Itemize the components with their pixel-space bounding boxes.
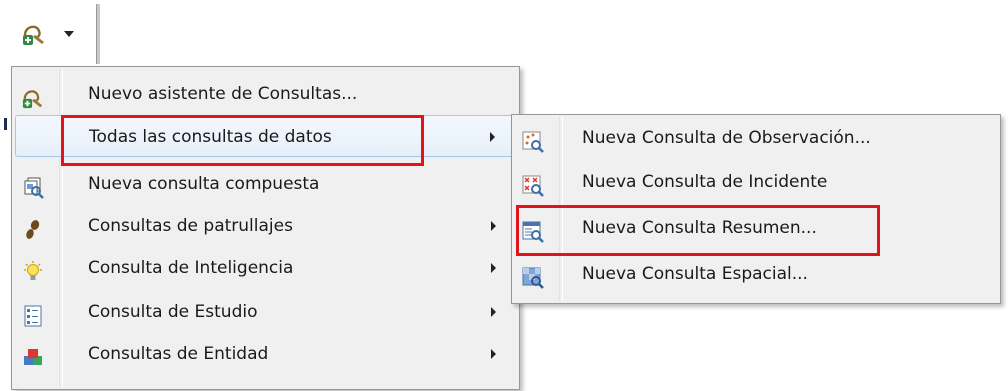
submenu-item-label: Nueva Consulta de Incidente: [582, 172, 828, 192]
annotation-box-todas-consultas: [61, 115, 424, 166]
query-toolbar-button[interactable]: [14, 16, 84, 50]
lightbulb-icon: [22, 257, 44, 280]
submenu-arrow-icon: [490, 132, 495, 142]
menu-item-label: Consulta de Inteligencia: [88, 258, 294, 278]
submenu-item-label: Nueva Consulta de Observación...: [582, 128, 871, 148]
spatial-query-icon: [522, 263, 544, 289]
submenu-arrow-icon: [491, 349, 496, 359]
menu-item-label: Consulta de Estudio: [88, 302, 258, 322]
background-edge: [4, 118, 7, 130]
submenu-item-label: Nueva Consulta Espacial...: [582, 264, 808, 284]
submenu-item-espacial[interactable]: Nueva Consulta Espacial...: [515, 253, 997, 295]
submenu-arrow-icon: [491, 307, 496, 317]
compound-query-icon: [22, 173, 44, 199]
submenu-arrow-icon: [491, 221, 496, 231]
observation-query-icon: [522, 127, 544, 153]
dropdown-arrow-icon[interactable]: [64, 31, 74, 37]
menu-item-entidad[interactable]: Consultas de Entidad: [15, 333, 516, 375]
menu-item-label: Nueva consulta compuesta: [88, 174, 320, 194]
submenu-item-incidente[interactable]: Nueva Consulta de Incidente: [515, 161, 997, 203]
query-wizard-icon: [22, 83, 44, 109]
menu-item-label: Consultas de patrullajes: [88, 216, 293, 236]
menu-item-estudio[interactable]: Consulta de Estudio: [15, 291, 516, 333]
query-wizard-icon: [22, 22, 46, 46]
menu-item-label: Consultas de Entidad: [88, 344, 269, 364]
submenu-arrow-icon: [491, 263, 496, 273]
annotation-box-consulta-resumen: [516, 205, 880, 256]
menu-item-inteligencia[interactable]: Consulta de Inteligencia: [15, 247, 516, 289]
menu-item-patrullajes[interactable]: Consultas de patrullajes: [15, 205, 516, 247]
entity-cubes-icon: [22, 343, 44, 365]
footprints-icon: [22, 215, 44, 239]
menu-item-nuevo-asistente[interactable]: Nuevo asistente de Consultas...: [15, 73, 516, 115]
incident-query-icon: [522, 171, 544, 197]
menu-item-consulta-compuesta[interactable]: Nueva consulta compuesta: [15, 163, 516, 205]
menu-item-label: Nuevo asistente de Consultas...: [88, 84, 358, 104]
submenu-item-observacion[interactable]: Nueva Consulta de Observación...: [515, 117, 997, 159]
list-form-icon: [22, 301, 44, 327]
toolbar-separator: [96, 4, 100, 64]
